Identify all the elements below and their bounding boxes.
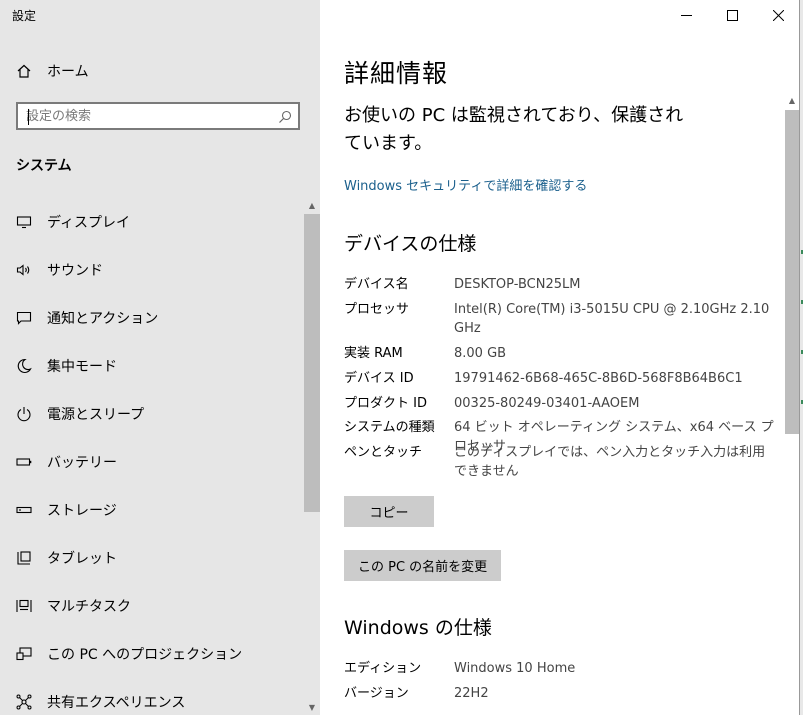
spec-value: Windows 10 Home: [454, 661, 576, 676]
page-title: 詳細情報: [344, 59, 449, 88]
monitor-icon: [16, 216, 32, 229]
search-input[interactable]: [26, 107, 266, 125]
spec-key: プロダクト ID: [344, 396, 427, 411]
minimize-icon: [680, 14, 692, 16]
storage-icon: [16, 506, 32, 514]
speaker-icon: [16, 264, 30, 276]
search-box[interactable]: [16, 102, 300, 130]
projection-icon: [16, 647, 32, 661]
scroll-up-arrow[interactable]: ▲: [304, 199, 320, 213]
section-title: システム: [16, 158, 72, 174]
rename-pc-button[interactable]: この PC の名前を変更: [344, 550, 502, 581]
sidebar-item-label: マルチタスク: [47, 599, 131, 615]
sidebar-item-label: ディスプレイ: [47, 215, 131, 231]
home-icon: [17, 64, 31, 78]
sidebar-item-notifications[interactable]: 通知とアクション: [16, 306, 158, 330]
close-icon: [772, 9, 784, 21]
scroll-down-arrow[interactable]: ▼: [304, 701, 320, 715]
sidebar-item-multitasking[interactable]: マルチタスク: [16, 594, 131, 618]
spec-row: 実装 RAM 8.00 GB: [344, 344, 774, 363]
spec-row: デバイス ID 19791462-6B68-465C-8B6D-568F8B64…: [344, 369, 774, 388]
sidebar-item-label: 通知とアクション: [47, 311, 159, 327]
battery-icon: [16, 458, 32, 466]
sidebar-item-tablet[interactable]: タブレット: [16, 546, 117, 570]
spec-value: 00325-80249-03401-AAOEM: [454, 396, 640, 411]
content-pane: 詳細情報 お使いの PC は監視されており、保護されています。 Windows …: [320, 0, 803, 715]
spec-row: プロセッサ Intel(R) Core(TM) i3-5015U CPU @ 2…: [344, 300, 774, 338]
moon-icon: [17, 358, 32, 373]
sidebar-item-label: この PC へのプロジェクション: [47, 647, 243, 663]
sidebar-item-label: タブレット: [47, 551, 117, 567]
sidebar-item-label: サウンド: [47, 263, 103, 279]
spec-key: 実装 RAM: [344, 346, 403, 361]
sidebar-item-label: 電源とスリープ: [47, 407, 145, 423]
sidebar-item-label: バッテリー: [47, 455, 117, 471]
sidebar-item-label: ストレージ: [47, 503, 117, 519]
spec-row: バージョン 22H2: [344, 684, 774, 703]
windows-specs-heading: Windows の仕様: [344, 617, 492, 639]
sidebar-item-storage[interactable]: ストレージ: [16, 498, 117, 522]
security-details-link[interactable]: Windows セキュリティで詳細を確認する: [344, 175, 587, 194]
text-caret: [28, 109, 29, 125]
sidebar-scrollbar-thumb[interactable]: [304, 214, 320, 512]
spec-key: バージョン: [344, 686, 409, 701]
sidebar-item-projection[interactable]: この PC へのプロジェクション: [16, 642, 242, 666]
spec-value: 22H2: [454, 686, 489, 701]
spec-key: エディション: [344, 661, 422, 676]
copy-button[interactable]: コピー: [344, 496, 434, 527]
sidebar-item-label: 集中モード: [47, 359, 117, 375]
app-title: 設定: [12, 9, 37, 23]
spec-value: このディスプレイでは、ペン入力とタッチ入力は利用できません: [454, 445, 766, 479]
spec-row: ペンとタッチ このディスプレイでは、ペン入力とタッチ入力は利用できません: [344, 443, 774, 481]
spec-row: エディション Windows 10 Home: [344, 659, 774, 678]
sidebar-item-power[interactable]: 電源とスリープ: [16, 402, 144, 426]
content-scroll-up-arrow[interactable]: ▲: [785, 94, 799, 108]
search-icon[interactable]: [278, 110, 292, 124]
sidebar-item-label: 共有エクスペリエンス: [47, 695, 186, 711]
minimize-button[interactable]: [663, 0, 709, 30]
navigation-pane: 設定 ホーム システム ディスプレイ サウンド 通知とアクション 集中モード 電…: [0, 0, 320, 715]
protection-status: お使いの PC は監視されており、保護されています。: [344, 105, 684, 154]
home-label: ホーム: [47, 64, 89, 80]
close-button[interactable]: [755, 0, 801, 30]
spec-value: Intel(R) Core(TM) i3-5015U CPU @ 2.10GHz…: [454, 302, 770, 336]
content-scrollbar-thumb[interactable]: [785, 110, 799, 434]
spec-key: デバイス ID: [344, 371, 414, 386]
spec-row: プロダクト ID 00325-80249-03401-AAOEM: [344, 394, 774, 413]
spec-key: デバイス名: [344, 277, 409, 292]
spec-value: DESKTOP-BCN25LM: [454, 277, 581, 292]
window-edge: [799, 0, 803, 715]
device-specs-heading: デバイスの仕様: [344, 233, 477, 255]
multitask-icon: [16, 599, 32, 612]
sidebar-item-focus-assist[interactable]: 集中モード: [16, 354, 117, 378]
home-link[interactable]: ホーム: [16, 60, 89, 82]
sidebar-item-sound[interactable]: サウンド: [16, 258, 103, 282]
maximize-icon: [726, 9, 738, 21]
sidebar-item-battery[interactable]: バッテリー: [16, 450, 117, 474]
sidebar-item-display[interactable]: ディスプレイ: [16, 210, 130, 234]
spec-key: ペンとタッチ: [344, 445, 423, 460]
maximize-button[interactable]: [709, 0, 755, 30]
spec-key: プロセッサ: [344, 302, 410, 317]
tablet-icon: [17, 551, 31, 565]
power-icon: [17, 407, 31, 422]
spec-value: 19791462-6B68-465C-8B6D-568F8B64B6C1: [454, 371, 743, 386]
share-icon: [16, 694, 32, 710]
notification-icon: [16, 311, 32, 325]
spec-row: デバイス名 DESKTOP-BCN25LM: [344, 275, 774, 294]
sidebar-item-shared-experiences[interactable]: 共有エクスペリエンス: [16, 690, 185, 714]
spec-value: 8.00 GB: [454, 346, 507, 361]
